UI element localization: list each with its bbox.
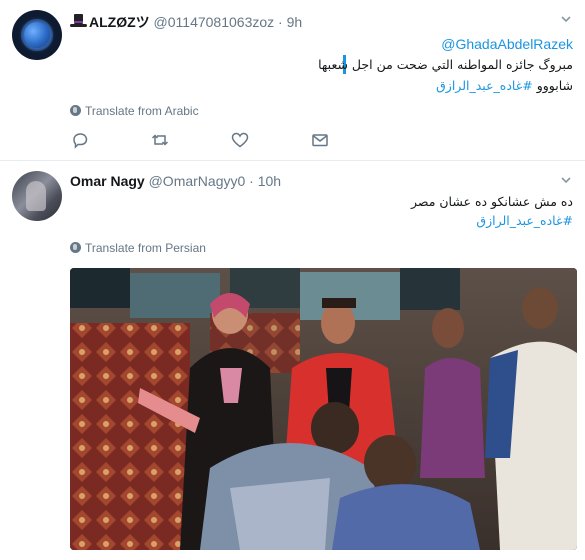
display-name[interactable]: ALZØZツ — [89, 14, 150, 30]
tweet[interactable]: Omar Nagy @OmarNagyy0 · 10h ده مش عشانكو… — [0, 161, 585, 560]
timestamp[interactable]: 10h — [258, 173, 281, 189]
tweet-text-line: ده مش عشانكو ده عشان مصر — [410, 194, 573, 209]
tweet-media[interactable] — [70, 268, 577, 550]
hashtag-link[interactable]: #غاده_عبد_الرازق — [436, 78, 533, 93]
translate-link[interactable]: Translate from Arabic — [70, 104, 199, 118]
display-name[interactable]: Omar Nagy — [70, 173, 145, 189]
like-icon[interactable] — [230, 130, 250, 150]
chevron-down-icon[interactable] — [559, 173, 573, 187]
tweet-text-line: مبروگ جائزه المواطنه التي ضحت من اجل شعب… — [318, 57, 573, 72]
tweet[interactable]: ALZØZツ @01147081063zoz · 9h @GhadaAbdelR… — [0, 0, 585, 161]
dm-icon[interactable] — [310, 130, 330, 150]
retweet-icon[interactable] — [150, 130, 170, 150]
user-handle[interactable]: @OmarNagyy0 — [149, 173, 246, 189]
globe-icon — [70, 105, 81, 116]
media-scene-image — [70, 268, 577, 550]
translate-link[interactable]: Translate from Persian — [70, 241, 206, 255]
globe-avatar-image — [24, 22, 50, 48]
hashtag-link[interactable]: #غاده_عبد_الرازق — [476, 213, 573, 228]
avatar[interactable] — [12, 10, 62, 60]
tweet-actions — [70, 130, 350, 152]
tweet-text-line: شابووو #غاده_عبد_الرازق — [436, 78, 573, 93]
chevron-down-icon[interactable] — [559, 12, 573, 26]
mention-link[interactable]: @GhadaAbdelRazek — [441, 36, 573, 52]
user-handle[interactable]: @01147081063zoz — [154, 14, 275, 30]
globe-icon — [70, 242, 81, 253]
translate-label: Translate from Persian — [85, 241, 206, 255]
tweet-text-suffix: شابووو — [536, 78, 573, 93]
separator-dot: · — [249, 173, 254, 189]
tweet-header: ALZØZツ @01147081063zoz · 9h — [70, 12, 302, 32]
tweet-header: Omar Nagy @OmarNagyy0 · 10h — [70, 173, 281, 189]
separator-dot: · — [278, 14, 283, 30]
top-hat-icon — [70, 14, 87, 28]
reply-icon[interactable] — [70, 130, 90, 150]
avatar-figure — [26, 181, 46, 211]
avatar[interactable] — [12, 171, 62, 221]
translate-label: Translate from Arabic — [85, 104, 199, 118]
timestamp[interactable]: 9h — [287, 14, 303, 30]
tweet-text-line: #غاده_عبد_الرازق — [476, 213, 573, 228]
